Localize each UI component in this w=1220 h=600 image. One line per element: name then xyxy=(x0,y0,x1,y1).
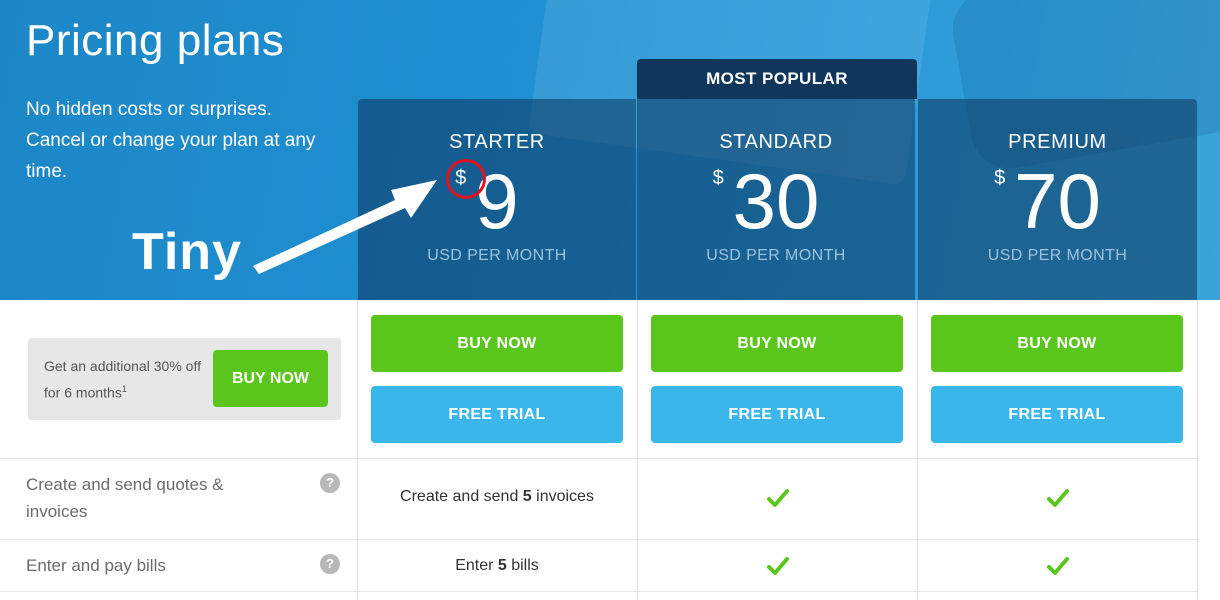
plan-header-premium: PREMIUM $ 70 USD PER MONTH xyxy=(918,99,1197,300)
currency-symbol: $ xyxy=(712,167,724,189)
plan-name: STARTER xyxy=(449,131,545,153)
plan-name: PREMIUM xyxy=(1008,131,1107,153)
feature-label: Create and send quotes & invoices xyxy=(26,475,224,521)
row-divider xyxy=(0,539,1198,540)
promo-text: Get an additional 30% off for 6 months1 xyxy=(44,358,201,401)
row-divider xyxy=(0,591,1198,592)
annotation-circle xyxy=(446,159,486,199)
checkmark-icon xyxy=(1047,489,1069,507)
checkmark-icon xyxy=(767,557,789,575)
column-divider xyxy=(357,300,358,600)
starter-feature-value: Enter 5 bills xyxy=(455,557,539,574)
price-amount: 30 xyxy=(732,157,820,245)
standard-free-trial-button[interactable]: FREE TRIAL xyxy=(651,386,903,443)
plan-name: STANDARD xyxy=(719,131,833,153)
starter-free-trial-button[interactable]: FREE TRIAL xyxy=(371,386,623,443)
annotation-arrow-icon xyxy=(253,180,437,274)
starter-feature-value: Create and send 5 invoices xyxy=(400,488,594,505)
column-divider xyxy=(637,300,638,600)
plan-period: USD PER MONTH xyxy=(706,247,846,264)
help-icon[interactable]: ? xyxy=(320,554,340,574)
feature-label: Enter and pay bills xyxy=(26,556,166,575)
checkmark-icon xyxy=(1047,557,1069,575)
premium-free-trial-button[interactable]: FREE TRIAL xyxy=(931,386,1183,443)
plan-header-standard: STANDARD $ 30 USD PER MONTH xyxy=(637,99,915,300)
promo-box: Get an additional 30% off for 6 months1 … xyxy=(28,338,341,420)
standard-buy-now-button[interactable]: BUY NOW xyxy=(651,315,903,372)
column-divider xyxy=(917,300,918,600)
help-icon[interactable]: ? xyxy=(320,473,340,493)
premium-buy-now-button[interactable]: BUY NOW xyxy=(931,315,1183,372)
plan-price: $ 30 xyxy=(713,161,820,241)
price-amount: 70 xyxy=(1014,157,1101,245)
most-popular-badge: MOST POPULAR xyxy=(637,59,917,99)
checkmark-icon xyxy=(767,489,789,507)
starter-buy-now-button[interactable]: BUY NOW xyxy=(371,315,623,372)
plan-period: USD PER MONTH xyxy=(987,247,1128,264)
annotation-label: Tiny xyxy=(132,223,242,281)
page-title: Pricing plans xyxy=(26,16,285,65)
promo-buy-now-button[interactable]: BUY NOW xyxy=(213,350,328,407)
plan-price: $ 70 xyxy=(994,161,1101,241)
currency-symbol: $ xyxy=(994,167,1006,189)
column-divider xyxy=(1197,300,1198,600)
row-divider xyxy=(0,458,1198,459)
